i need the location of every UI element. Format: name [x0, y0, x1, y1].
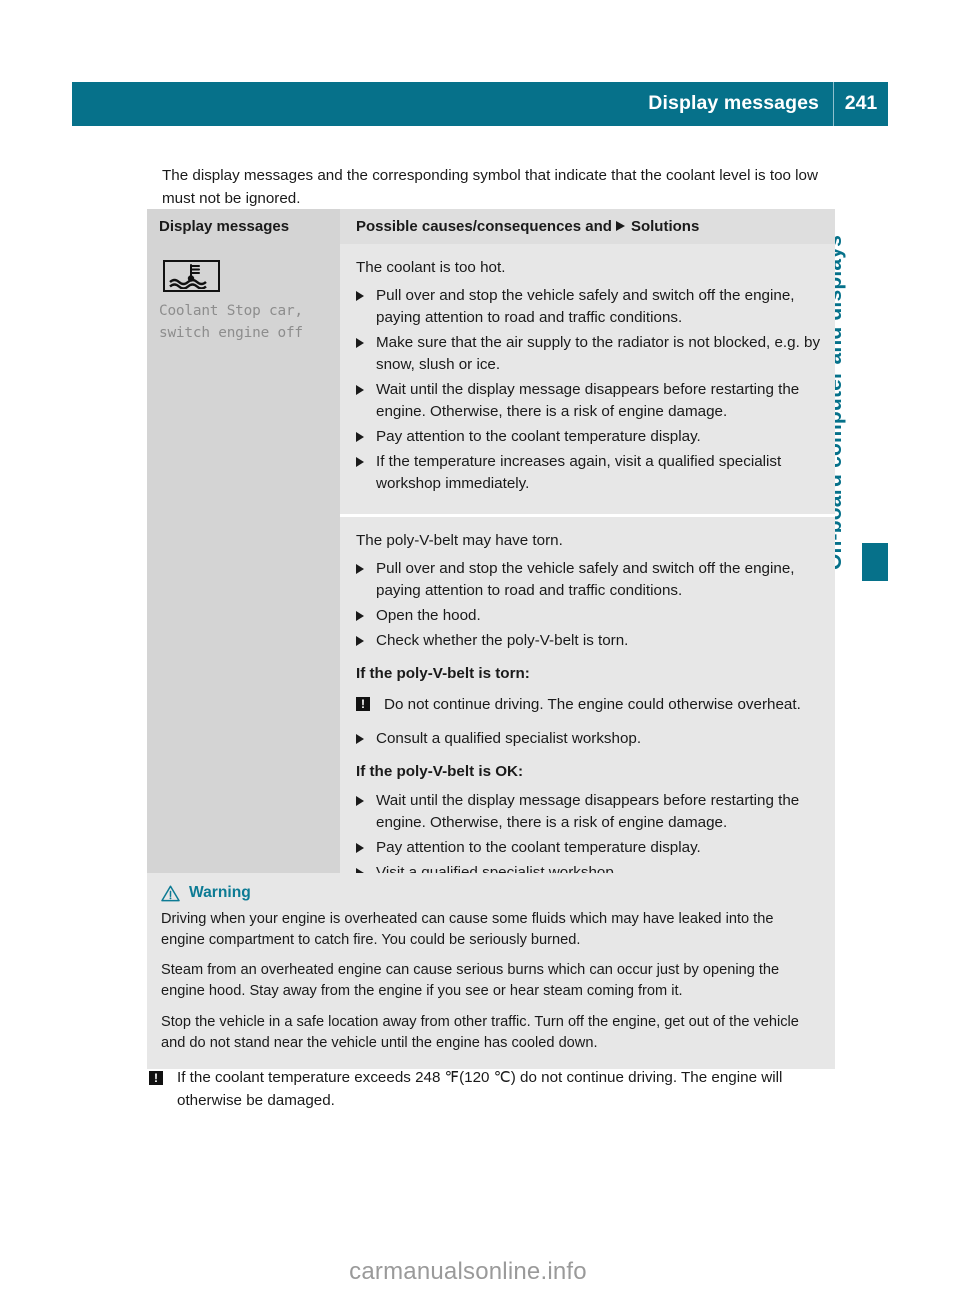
solution-step-text: Consult a qualified specialist workshop. — [376, 729, 642, 747]
solution-step: Pay attention to the coolant temperature… — [356, 837, 821, 859]
warning-title-row: Warning — [161, 884, 819, 902]
display-messages-table: Display messages Possible causes/consequ… — [147, 209, 835, 903]
page-title: Display messages — [648, 92, 819, 115]
coolant-temperature-warning-symbol-icon — [163, 260, 220, 292]
bottom-caution-note: ! If the coolant temperature exceeds 248 … — [149, 1067, 839, 1112]
step-triangle-icon — [356, 842, 364, 853]
solution-step: Make sure that the air supply to the rad… — [356, 332, 821, 376]
step-triangle-icon — [356, 457, 364, 468]
step-triangle-icon — [356, 338, 364, 349]
table-row: Coolant Stop car, switch engine off The … — [147, 244, 835, 515]
solution-step-text: Check whether the poly-V-belt is torn. — [376, 632, 629, 650]
step-triangle-icon — [356, 385, 364, 396]
warning-triangle-icon — [161, 885, 180, 901]
solution-step-text: Wait until the display message disappear… — [376, 791, 800, 831]
causes-solutions-cell: The coolant is too hot. Pull over and st… — [340, 244, 835, 515]
caution-note-text: Do not continue driving. The engine coul… — [384, 696, 801, 714]
solution-step: If the temperature increases again, visi… — [356, 451, 821, 495]
caution-note: ! Do not continue driving. The engine cou… — [356, 694, 821, 716]
step-triangle-icon — [356, 291, 364, 302]
step-triangle-icon — [356, 432, 364, 443]
solution-step: Pull over and stop the vehicle safely an… — [356, 285, 821, 329]
solution-step-list: Pull over and stop the vehicle safely an… — [356, 558, 821, 652]
solution-step: Pull over and stop the vehicle safely an… — [356, 558, 821, 602]
solution-step-text: Pay attention to the coolant temperature… — [376, 838, 701, 856]
cause-lead: The poly-V-belt may have torn. — [356, 532, 563, 550]
intro-paragraph: The display messages and the correspondi… — [162, 167, 818, 207]
table-header-row: Display messages Possible causes/consequ… — [147, 209, 835, 244]
warning-box: Warning Driving when your engine is over… — [147, 873, 835, 1069]
exclamation-icon: ! — [149, 1071, 163, 1086]
solution-triangle-icon — [615, 221, 625, 231]
condition-subheading: If the poly-V-belt is torn: — [356, 665, 530, 683]
solution-step-text: Make sure that the air supply to the rad… — [376, 334, 821, 374]
message-cell: Coolant Stop car, switch engine off — [147, 244, 340, 515]
solution-step: Check whether the poly-V-belt is torn. — [356, 630, 821, 652]
table-header-display-messages: Display messages — [147, 209, 340, 244]
warning-paragraph: Stop the vehicle in a safe location away… — [161, 1013, 799, 1051]
solution-step-list: Consult a qualified specialist workshop. — [356, 728, 821, 750]
solution-step: Wait until the display message disappear… — [356, 379, 821, 423]
table-header-solutions-label: Solutions — [630, 218, 700, 235]
solution-step: Wait until the display message disappear… — [356, 790, 821, 834]
warning-title: Warning — [189, 884, 251, 901]
solution-step-list: Wait until the display message disappear… — [356, 790, 821, 884]
step-triangle-icon — [356, 636, 364, 647]
site-watermark: carmanualsonline.info — [349, 1258, 587, 1285]
table-row: The poly-V-belt may have torn. Pull over… — [147, 517, 835, 903]
table-header-causes-label: Possible causes/consequences and — [356, 218, 612, 235]
table-header-causes-label-group: Possible causes/consequences and Solution… — [356, 218, 699, 235]
solution-step-text: Pay attention to the coolant temperature… — [376, 428, 701, 446]
chapter-marker-square — [862, 543, 888, 581]
step-triangle-icon — [356, 564, 364, 575]
page-number: 241 — [844, 92, 878, 115]
solution-step-text: Pull over and stop the vehicle safely an… — [376, 560, 795, 600]
solution-step: Consult a qualified specialist workshop. — [356, 728, 821, 750]
message-text: Coolant Stop car, switch engine off — [159, 303, 303, 341]
warning-paragraph: Driving when your engine is overheated c… — [161, 911, 774, 949]
step-triangle-icon — [356, 733, 364, 744]
message-cell-empty — [147, 517, 340, 903]
solution-step-text: Wait until the display message disappear… — [376, 381, 800, 421]
solution-step-list: Pull over and stop the vehicle safely an… — [356, 285, 821, 495]
causes-solutions-cell: The poly-V-belt may have torn. Pull over… — [340, 517, 835, 903]
solution-step-text: Pull over and stop the vehicle safely an… — [376, 287, 795, 327]
step-triangle-icon — [356, 795, 364, 806]
chapter-side-tab: On-board computer and displays — [823, 150, 887, 570]
page-header-bar: Display messages 241 — [72, 82, 888, 126]
warning-paragraph: Steam from an overheated engine can caus… — [161, 962, 780, 1000]
solution-step-text: If the temperature increases again, visi… — [376, 453, 782, 493]
table-header-causes-solutions: Possible causes/consequences and Solution… — [340, 209, 835, 244]
solution-step: Pay attention to the coolant temperature… — [356, 426, 821, 448]
cause-lead: The coolant is too hot. — [356, 259, 506, 276]
exclamation-icon: ! — [356, 697, 370, 712]
solution-step-text: Open the hood. — [376, 607, 481, 625]
step-triangle-icon — [356, 611, 364, 622]
bottom-caution-note-text: If the coolant temperature exceeds 248 ℉… — [177, 1069, 783, 1109]
solution-step: Open the hood. — [356, 605, 821, 627]
condition-subheading: If the poly-V-belt is OK: — [356, 762, 524, 780]
